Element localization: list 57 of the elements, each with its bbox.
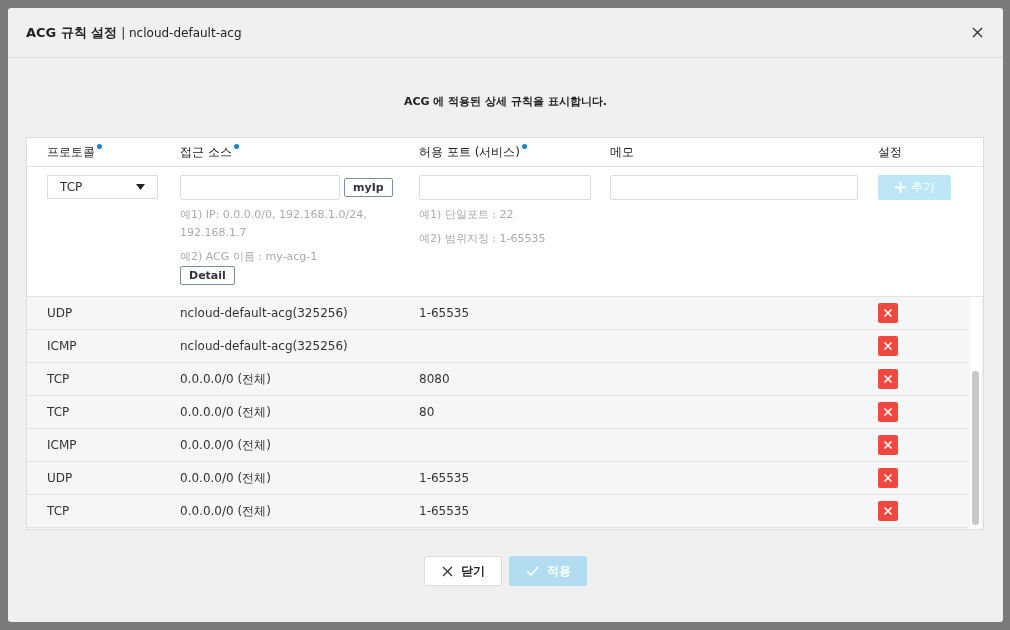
table-cell-text: ncloud-default-acg(325256) [180,339,349,353]
plus-icon [894,182,906,193]
table-cell-text: TCP [47,405,71,419]
table-cell-text: UDP [47,471,74,485]
delete-button[interactable] [878,336,898,356]
delete-button[interactable] [878,501,898,521]
cross-icon [883,440,893,450]
table-cell: 1-65535 [419,306,470,320]
close-icon[interactable] [972,27,983,38]
delete-button[interactable] [878,435,898,455]
cross-icon [883,407,893,417]
delete-button[interactable] [878,303,898,323]
cross-icon [883,473,893,483]
table-cell-text: 0.0.0.0/0 (전체) [180,370,272,388]
check-icon [525,566,539,576]
description-text: ACG 에 적용된 상세 규칙을 표시합니다. [403,94,608,109]
column-header: 허용 포트 (서비스) [419,143,610,161]
table-cell-text: ICMP [47,438,78,452]
detail-button[interactable]: Detail [180,266,235,285]
column-header: 접근 소스 [180,143,419,161]
hint-text: 예2) 범위지정 : 1-65535 [419,231,547,247]
hint-text: 예1) 단일포트 : 22 [419,207,515,223]
delete-button[interactable] [878,468,898,488]
table-cell-text: UDP [47,306,74,320]
table-cell: 1-65535 [419,471,470,485]
table-cell-text: TCP [47,372,71,386]
table-cell-text: 0.0.0.0/0 (전체) [180,469,272,487]
column-header: 프로토콜 [47,143,180,161]
table-cell: 80 [419,405,435,419]
table-cell-text: 0.0.0.0/0 (전체) [180,436,272,454]
close-icon [441,565,453,577]
port-input[interactable] [419,175,591,200]
table-cell-text: 0.0.0.0/0 (전체) [180,403,272,421]
table-cell-text: TCP [47,504,71,518]
cross-icon [883,506,893,516]
dialog-title: ACG 규칙 설정 | ncloud-default-acg [26,23,242,42]
table-cell: 1-65535 [419,504,470,518]
hint-text: 예1) IP: 0.0.0.0/0, 192.168.1.0/24, 192.168.1.7 [180,207,368,241]
delete-button[interactable] [878,402,898,422]
cross-icon [883,308,893,318]
cross-icon [883,341,893,351]
protocol-select[interactable]: TCP [47,175,158,199]
table-cell-text: ICMP [47,339,78,353]
source-input[interactable] [180,175,340,200]
column-header: 메모 [610,143,635,161]
scrollbar[interactable] [970,297,981,529]
myip-button[interactable]: myIp [344,178,393,197]
hint-text: 예2) ACG 이름 : my-acg-1 [180,249,319,265]
column-header: 설정 [878,143,903,161]
delete-button[interactable] [878,369,898,389]
table-cell-text: 0.0.0.0/0 (전체) [180,502,272,520]
caret-icon [136,184,145,190]
memo-input[interactable] [610,175,858,200]
table-cell-text: ncloud-default-acg(325256) [180,306,349,320]
close-button[interactable]: 닫기 [424,556,502,586]
table-cell: 8080 [419,372,450,386]
cross-icon [883,374,893,384]
